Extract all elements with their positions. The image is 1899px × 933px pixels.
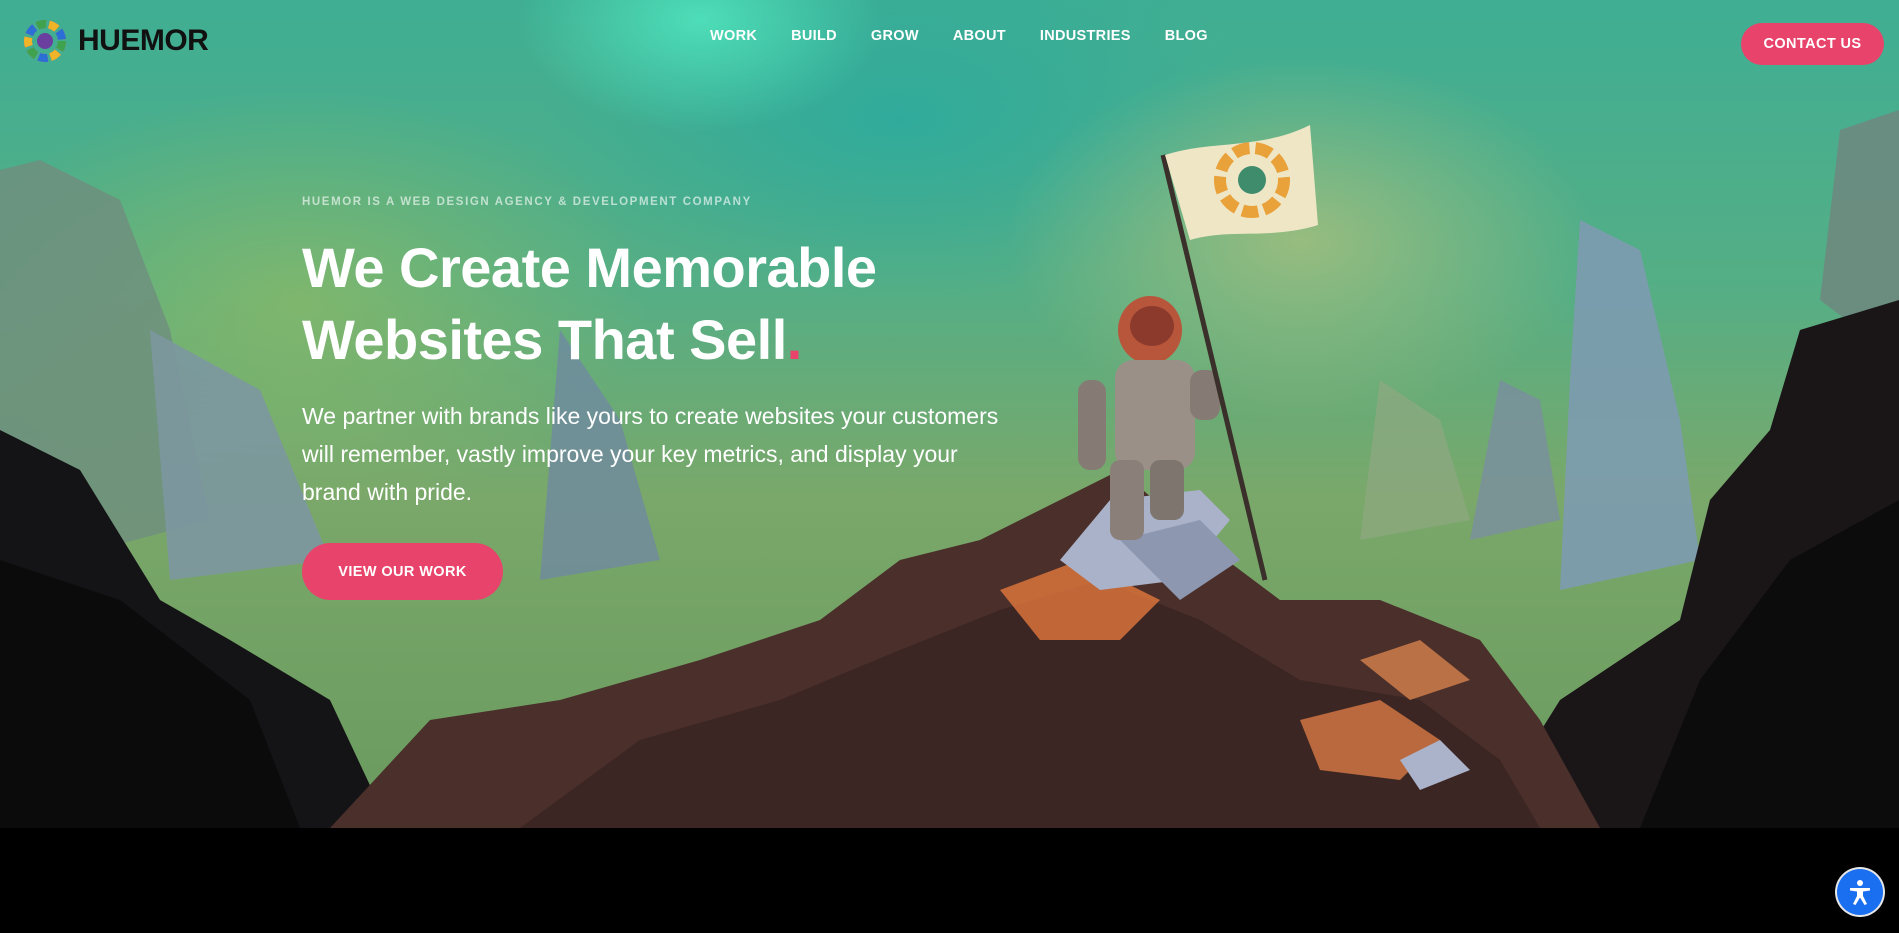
headline-line-1: We Create Memorable [302, 236, 877, 299]
nav-item-industries[interactable]: INDUSTRIES [1040, 28, 1131, 44]
flag [1165, 125, 1318, 240]
page-bottom-band [0, 828, 1899, 933]
main-nav: WORK BUILD GROW ABOUT INDUSTRIES BLOG [710, 28, 1242, 44]
nav-item-work[interactable]: WORK [710, 28, 757, 44]
hero-tagline: HUEMOR IS A WEB DESIGN AGENCY & DEVELOPM… [302, 196, 752, 208]
brand-name: HUEMOR [78, 24, 209, 57]
nav-item-build[interactable]: BUILD [791, 28, 837, 44]
view-our-work-button[interactable]: VIEW OUR WORK [302, 543, 503, 600]
nav-item-blog[interactable]: BLOG [1165, 28, 1208, 44]
contact-us-button[interactable]: CONTACT US [1741, 23, 1884, 65]
hero-subtext: We partner with brands like yours to cre… [302, 403, 999, 505]
accessibility-button[interactable] [1837, 869, 1883, 915]
accessibility-icon [1850, 880, 1870, 905]
hero-section: HUEMOR WORK BUILD GROW ABOUT INDUSTRIES … [0, 0, 1899, 828]
huemor-logo-icon [24, 20, 66, 62]
headline-accent-dot: . [786, 308, 803, 371]
nav-item-about[interactable]: ABOUT [953, 28, 1006, 44]
nav-item-grow[interactable]: GROW [871, 28, 919, 44]
brand-logo[interactable]: HUEMOR [22, 18, 209, 64]
headline-line-2: Websites That Sell [302, 308, 787, 371]
hero-headline: We Create Memorable Websites That Sell. [302, 232, 1022, 376]
